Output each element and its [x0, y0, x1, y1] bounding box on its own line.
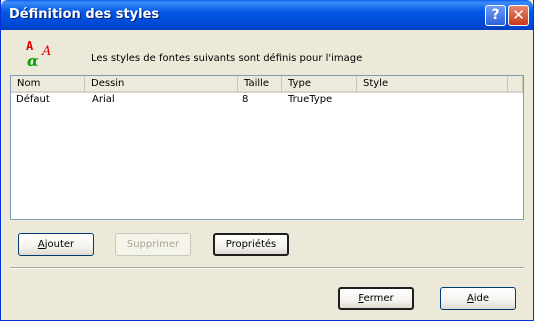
window-title: Définition des styles: [9, 7, 160, 22]
column-header-type[interactable]: Type: [282, 76, 357, 93]
cell-taille: 8: [242, 94, 249, 105]
column-header-dessin[interactable]: Dessin: [85, 76, 238, 93]
add-button-label: jouter: [44, 239, 75, 250]
properties-button[interactable]: Propriétés: [213, 233, 289, 256]
cell-dessin: Arial: [92, 94, 115, 105]
title-bar[interactable]: Définition des styles ? ✕: [1, 0, 533, 30]
list-item[interactable]: Défaut Arial 8 TrueType: [11, 94, 523, 108]
column-header-taille[interactable]: Taille: [238, 76, 282, 93]
intro-text: Les styles de fontes suivants sont défin…: [91, 53, 363, 64]
logo-letter-a-italic: A: [41, 44, 51, 59]
fonts-logo-icon: A A α: [26, 39, 51, 68]
close-button[interactable]: Fermer: [338, 287, 414, 310]
dialog-window: Définition des styles ? ✕ A A α Les styl…: [0, 0, 534, 321]
close-icon[interactable]: ✕: [508, 5, 529, 26]
add-button-accel: A: [37, 239, 45, 250]
logo-letter-alpha: α: [27, 52, 39, 68]
separator: [10, 267, 524, 269]
help-button-accel: A: [466, 293, 474, 304]
styles-list[interactable]: Nom Dessin Taille Type Style Défaut Aria…: [10, 75, 524, 220]
column-header-filler: [508, 76, 523, 93]
help-button-label: ide: [473, 293, 490, 304]
close-button-label: ermer: [363, 293, 394, 304]
help-button[interactable]: Aide: [440, 287, 516, 310]
cell-nom: Défaut: [16, 94, 50, 105]
list-header: Nom Dessin Taille Type Style: [11, 76, 523, 93]
column-header-style[interactable]: Style: [357, 76, 508, 93]
add-button[interactable]: Ajouter: [18, 233, 94, 256]
cell-type: TrueType: [288, 94, 333, 105]
delete-button[interactable]: Supprimer: [115, 233, 191, 256]
logo-letter-a-red: A: [26, 39, 34, 53]
help-icon[interactable]: ?: [485, 5, 506, 26]
column-header-nom[interactable]: Nom: [11, 76, 85, 93]
